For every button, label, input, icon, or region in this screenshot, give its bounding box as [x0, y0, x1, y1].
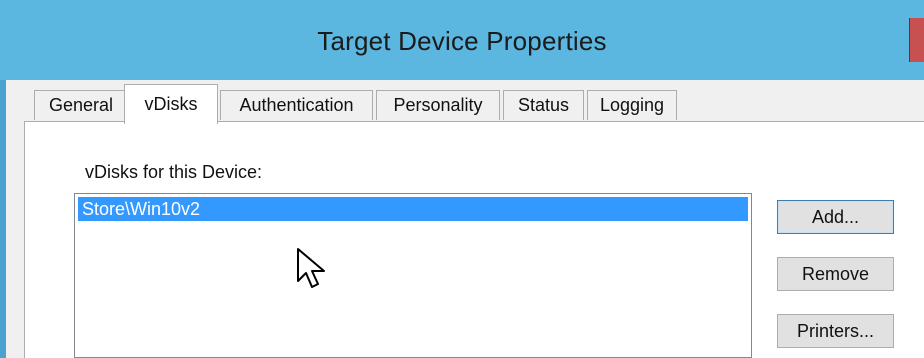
tab-status-label: Status	[517, 95, 570, 115]
printers-button-label: Printers...	[796, 320, 875, 341]
add-button-label: Add...	[811, 206, 860, 227]
tab-status[interactable]: Status	[503, 90, 584, 120]
close-button[interactable]	[909, 18, 924, 62]
add-button[interactable]: Add...	[777, 200, 894, 234]
mouse-pointer-icon	[297, 248, 325, 288]
list-item[interactable]: Store\Win10v2	[78, 197, 748, 221]
remove-button[interactable]: Remove	[777, 257, 894, 291]
tab-personality-label: Personality	[393, 95, 483, 115]
tab-authentication-label: Authentication	[239, 95, 354, 115]
tab-vdisks-label: vDisks	[144, 94, 198, 114]
tab-vdisks[interactable]: vDisks	[124, 84, 218, 124]
tab-general[interactable]: General	[34, 90, 128, 120]
list-item-text: Store\Win10v2	[82, 198, 201, 219]
vdisks-list-label: vDisks for this Device:	[85, 162, 263, 182]
printers-button[interactable]: Printers...	[777, 314, 894, 348]
tab-personality[interactable]: Personality	[376, 90, 500, 120]
tab-general-label: General	[48, 95, 114, 115]
title-bar[interactable]: Target Device Properties	[0, 0, 924, 80]
tab-logging-label: Logging	[599, 95, 665, 115]
tab-logging[interactable]: Logging	[587, 90, 677, 120]
dialog-window: Target Device Properties General vDisks …	[0, 0, 924, 358]
tab-authentication[interactable]: Authentication	[220, 90, 373, 120]
remove-button-label: Remove	[801, 263, 870, 284]
vdisks-listbox[interactable]: Store\Win10v2	[74, 193, 752, 358]
window-title: Target Device Properties	[317, 26, 607, 56]
